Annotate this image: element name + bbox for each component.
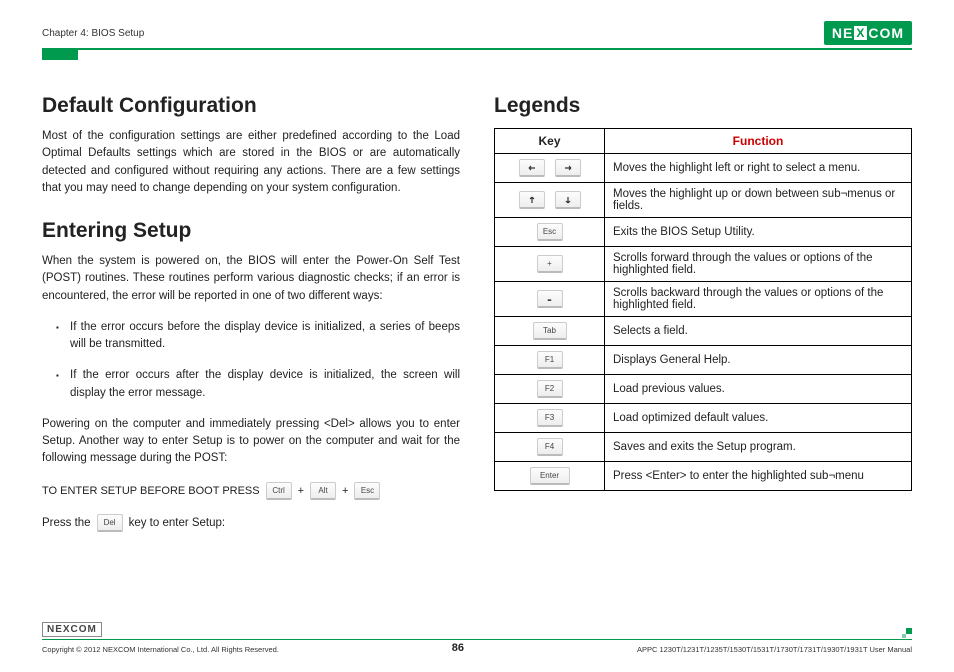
list-item: If the error occurs after the display de… — [56, 367, 460, 402]
table-row: - Scrolls backward through the values or… — [495, 282, 912, 317]
table-row: Enter Press <Enter> to enter the highlig… — [495, 462, 912, 491]
key-cell: - — [495, 282, 605, 317]
logo-x-icon: X — [854, 26, 867, 40]
th-function: Function — [605, 129, 912, 154]
key-cell — [495, 183, 605, 218]
function-cell: Moves the highlight up or down between s… — [605, 183, 912, 218]
table-row: + Scrolls forward through the values or … — [495, 247, 912, 282]
table-row: F3 Load optimized default values. — [495, 404, 912, 433]
page-number: 86 — [452, 642, 464, 654]
chapter-label: Chapter 4: BIOS Setup — [42, 28, 144, 39]
key-cell — [495, 154, 605, 183]
arrow-up-icon — [519, 191, 545, 209]
function-cell: Selects a field. — [605, 317, 912, 346]
table-row: F4 Saves and exits the Setup program. — [495, 433, 912, 462]
key-plus-icon: + — [537, 255, 563, 273]
body-text: Powering on the computer and immediately… — [42, 416, 460, 468]
table-row: Esc Exits the BIOS Setup Utility. — [495, 218, 912, 247]
key-tab-icon: Tab — [533, 322, 567, 340]
table-row: Tab Selects a field. — [495, 317, 912, 346]
plus-text: + — [298, 485, 304, 497]
arrow-right-icon — [555, 159, 581, 177]
table-row: Moves the highlight up or down between s… — [495, 183, 912, 218]
key-cell: + — [495, 247, 605, 282]
footer-logo: NEXCOM — [42, 622, 102, 637]
function-cell: Saves and exits the Setup program. — [605, 433, 912, 462]
table-header-row: Key Function — [495, 129, 912, 154]
function-cell: Load previous values. — [605, 375, 912, 404]
content-columns: Default Configuration Most of the config… — [42, 94, 912, 532]
function-cell: Load optimized default values. — [605, 404, 912, 433]
key-f4-icon: F4 — [537, 438, 563, 456]
page: Chapter 4: BIOS Setup NEXCOM Default Con… — [0, 0, 954, 532]
key-esc-icon: Esc — [354, 482, 380, 500]
bullet-list: If the error occurs before the display d… — [42, 319, 460, 402]
logo-part-b: COM — [868, 25, 904, 41]
key-cell: F4 — [495, 433, 605, 462]
heading-legends: Legends — [494, 94, 912, 118]
setup-label: TO ENTER SETUP BEFORE BOOT PRESS — [42, 485, 260, 497]
body-text: Most of the configuration settings are e… — [42, 128, 460, 197]
header-bar: Chapter 4: BIOS Setup NEXCOM — [42, 22, 912, 50]
footer: NEXCOM Copyright © 2012 NEXCOM Internati… — [42, 619, 912, 654]
key-cell: Tab — [495, 317, 605, 346]
function-cell: Displays General Help. — [605, 346, 912, 375]
key-f2-icon: F2 — [537, 380, 563, 398]
key-esc-icon: Esc — [537, 223, 563, 241]
left-column: Default Configuration Most of the config… — [42, 94, 460, 532]
table-row: F2 Load previous values. — [495, 375, 912, 404]
function-cell: Exits the BIOS Setup Utility. — [605, 218, 912, 247]
table-row: Moves the highlight left or right to sel… — [495, 154, 912, 183]
legends-table: Key Function Moves the highlight left or… — [494, 128, 912, 491]
key-ctrl-icon: Ctrl — [266, 482, 292, 500]
press-line: Press the Del key to enter Setup: — [42, 514, 460, 532]
press-text-a: Press the — [42, 517, 91, 529]
heading-entering-setup: Entering Setup — [42, 219, 460, 243]
table-row: F1 Displays General Help. — [495, 346, 912, 375]
function-cell: Scrolls forward through the values or op… — [605, 247, 912, 282]
key-cell: Esc — [495, 218, 605, 247]
th-key: Key — [495, 129, 605, 154]
setup-key-combo: TO ENTER SETUP BEFORE BOOT PRESS Ctrl + … — [42, 482, 460, 500]
key-del-icon: Del — [97, 514, 123, 532]
manual-title: APPC 1230T/1231T/1235T/1530T/1531T/1730T… — [637, 645, 912, 654]
header-tab-icon — [42, 50, 78, 60]
press-text-b: key to enter Setup: — [129, 517, 226, 529]
copyright-text: Copyright © 2012 NEXCOM International Co… — [42, 645, 279, 654]
heading-default-config: Default Configuration — [42, 94, 460, 118]
key-cell: F3 — [495, 404, 605, 433]
footer-bar: Copyright © 2012 NEXCOM International Co… — [42, 639, 912, 654]
key-alt-icon: Alt — [310, 482, 336, 500]
key-enter-icon: Enter — [530, 467, 570, 485]
key-f3-icon: F3 — [537, 409, 563, 427]
key-cell: F1 — [495, 346, 605, 375]
function-cell: Moves the highlight left or right to sel… — [605, 154, 912, 183]
key-f1-icon: F1 — [537, 351, 563, 369]
brand-logo: NEXCOM — [824, 21, 912, 45]
arrow-down-icon — [555, 191, 581, 209]
key-cell: Enter — [495, 462, 605, 491]
body-text: When the system is powered on, the BIOS … — [42, 253, 460, 305]
list-item: If the error occurs before the display d… — [56, 319, 460, 354]
key-cell: F2 — [495, 375, 605, 404]
logo-part-a: NE — [832, 25, 853, 41]
plus-text: + — [342, 485, 348, 497]
right-column: Legends Key Function Moves the highlight… — [494, 94, 912, 532]
key-minus-icon: - — [537, 290, 563, 308]
arrow-left-icon — [519, 159, 545, 177]
function-cell: Press <Enter> to enter the highlighted s… — [605, 462, 912, 491]
function-cell: Scrolls backward through the values or o… — [605, 282, 912, 317]
